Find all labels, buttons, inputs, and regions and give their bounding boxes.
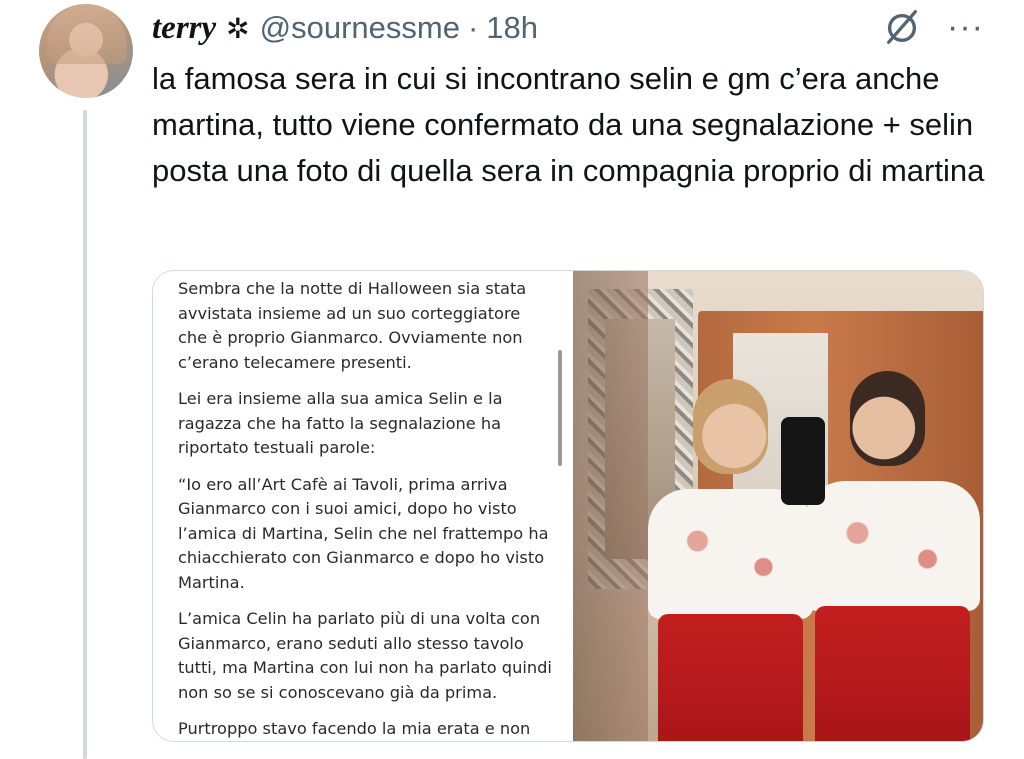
grok-icon[interactable] [883, 8, 921, 46]
name-badge: ✲ [226, 12, 250, 44]
person-pants [815, 606, 970, 741]
phone [781, 417, 825, 505]
article-scrollbar [558, 350, 562, 466]
article-paragraph: Purtroppo stavo facendo la mia erata e n… [178, 719, 531, 738]
person-pants [658, 614, 803, 741]
selfie-photo [573, 271, 983, 741]
timestamp[interactable]: 18h [486, 10, 538, 46]
avatar-hair [47, 4, 127, 64]
avatar[interactable] [39, 4, 133, 98]
user-handle[interactable]: @sournessme [260, 10, 460, 46]
tweet-header: terry ✲ @sournessme · 18h [152, 6, 538, 50]
person-top [648, 489, 813, 619]
article-paragraph: L’amica Celin ha parlato più di una volt… [178, 609, 552, 702]
article-paragraph: Lei era insieme alla sua amica Selin e l… [178, 389, 503, 457]
thread-line [83, 110, 87, 759]
person-head [693, 379, 768, 474]
more-icon[interactable]: ··· [947, 10, 984, 44]
tweet-actions: ··· [883, 8, 984, 46]
article-paragraph: Sembra che la notte di Halloween sia sta… [178, 279, 527, 372]
person-right [805, 371, 980, 741]
header-separator: · [467, 10, 479, 45]
article-screenshot: Sembra che la notte di Halloween sia sta… [153, 271, 573, 741]
media-card[interactable]: Sembra che la notte di Halloween sia sta… [152, 270, 984, 742]
mirror-edge [573, 271, 648, 741]
tweet-text: la famosa sera in cui si incontrano seli… [152, 61, 985, 188]
display-name[interactable]: terry [152, 10, 216, 47]
person-head [850, 371, 925, 466]
person-top [805, 481, 980, 611]
article-paragraph: “Io ero all’Art Cafè ai Tavoli, prima ar… [178, 474, 549, 592]
